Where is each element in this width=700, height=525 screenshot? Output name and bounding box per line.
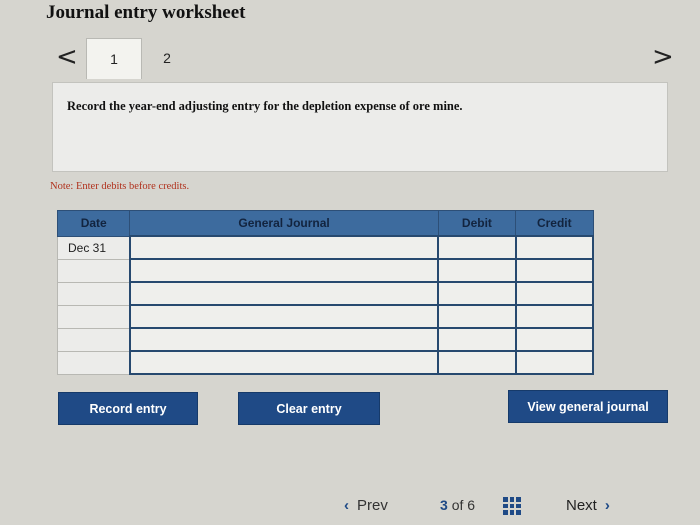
prompt-box: Record the year-end adjusting entry for … <box>52 82 668 172</box>
tab-2[interactable]: 2 <box>140 38 194 78</box>
account-input[interactable] <box>128 235 440 260</box>
column-header-general-journal: General Journal <box>129 210 439 237</box>
credit-input[interactable] <box>514 327 595 352</box>
date-cell <box>56 258 131 283</box>
grid-icon[interactable] <box>503 497 521 515</box>
debit-input[interactable] <box>437 258 517 283</box>
table-row <box>56 258 595 283</box>
debit-input[interactable] <box>437 304 517 329</box>
prompt-text: Record the year-end adjusting entry for … <box>67 99 463 113</box>
date-cell <box>56 304 131 329</box>
note-text: Note: Enter debits before credits. <box>50 181 190 192</box>
date-cell: Dec 31 <box>56 235 131 260</box>
column-header-date: Date <box>56 210 131 237</box>
clear-entry-button[interactable]: Clear entry <box>238 392 380 425</box>
debit-input[interactable] <box>437 350 517 375</box>
account-input[interactable] <box>128 304 440 329</box>
next-button[interactable]: Next › <box>566 497 610 514</box>
debit-input[interactable] <box>437 281 517 306</box>
page-counter: 3 of 6 <box>440 497 475 513</box>
chevron-left-icon: ‹ <box>344 497 349 514</box>
credit-input[interactable] <box>514 281 595 306</box>
account-input[interactable] <box>128 281 440 306</box>
credit-input[interactable] <box>514 258 595 283</box>
table-row <box>56 327 595 352</box>
prev-label: Prev <box>357 497 388 514</box>
column-header-debit: Debit <box>437 210 517 237</box>
debit-input[interactable] <box>437 327 517 352</box>
journal-table: Date General Journal Debit Credit Dec 31 <box>56 210 595 375</box>
page-of: of <box>451 497 464 513</box>
page-title: Journal entry worksheet <box>46 2 246 23</box>
account-input[interactable] <box>128 258 440 283</box>
credit-input[interactable] <box>514 235 595 260</box>
table-row <box>56 304 595 329</box>
page-current: 3 <box>440 497 448 513</box>
tab-1[interactable]: 1 <box>86 38 142 79</box>
prev-button[interactable]: ‹ Prev <box>344 497 388 514</box>
column-header-credit: Credit <box>515 210 594 237</box>
prev-tab-arrow-icon[interactable]: < <box>56 44 78 70</box>
debit-input[interactable] <box>437 235 517 260</box>
date-cell <box>56 350 131 375</box>
credit-input[interactable] <box>514 350 595 375</box>
table-row: Dec 31 <box>56 235 595 260</box>
next-label: Next <box>566 497 597 514</box>
table-row <box>56 350 595 375</box>
table-row <box>56 281 595 306</box>
view-general-journal-button[interactable]: View general journal <box>508 390 668 423</box>
credit-input[interactable] <box>514 304 595 329</box>
date-cell <box>56 281 131 306</box>
record-entry-button[interactable]: Record entry <box>58 392 198 425</box>
date-cell <box>56 327 131 352</box>
next-tab-arrow-icon[interactable]: > <box>652 44 674 70</box>
account-input[interactable] <box>128 350 440 375</box>
chevron-right-icon: › <box>604 497 610 514</box>
account-input[interactable] <box>128 327 440 352</box>
page-total: 6 <box>467 497 476 513</box>
